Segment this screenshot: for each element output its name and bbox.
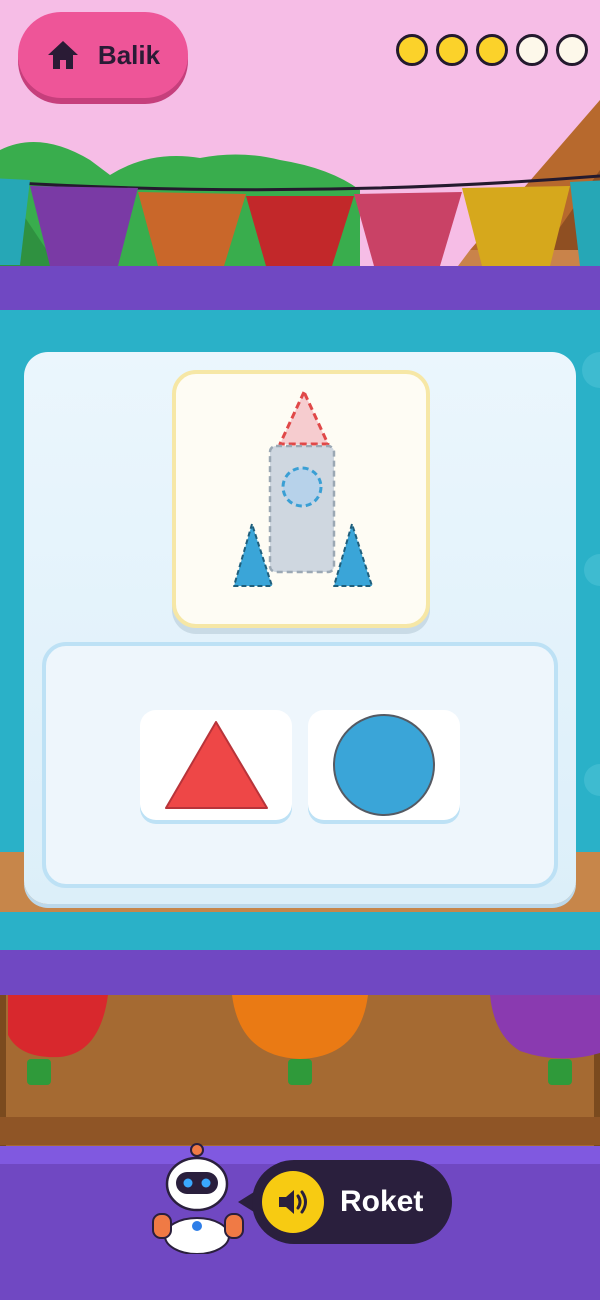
speaker-icon [279, 1190, 307, 1214]
teal-strip [0, 912, 600, 952]
triangle-shape [165, 721, 268, 809]
rocket-window-slot [281, 466, 323, 508]
shape-choices-tray [42, 642, 558, 888]
robot-mascot [152, 1143, 244, 1254]
progress-dot-empty [516, 34, 548, 66]
rocket-body-slot [268, 444, 336, 574]
circle-shape [333, 714, 435, 816]
triangle-shape-option[interactable] [140, 710, 292, 820]
progress-dot-filled [476, 34, 508, 66]
purple-band-middle [0, 950, 600, 996]
progress-indicator [396, 34, 588, 66]
rocket-fin-left-slot [233, 523, 273, 587]
home-button[interactable]: Balik [18, 12, 188, 98]
progress-dot-empty [556, 34, 588, 66]
progress-dot-filled [436, 34, 468, 66]
rocket-fin-right-slot [333, 523, 373, 587]
word-prompt-bubble[interactable]: Roket [252, 1160, 452, 1244]
fruit-decorations [0, 995, 600, 1150]
progress-dot-filled [396, 34, 428, 66]
prompt-word: Roket [340, 1185, 424, 1218]
circle-shape-option[interactable] [308, 710, 460, 820]
home-icon [47, 41, 78, 69]
speaker-button[interactable] [262, 1171, 324, 1233]
home-button-label: Balik [97, 39, 161, 70]
rocket-outline [233, 390, 373, 587]
purple-band-top [0, 266, 600, 310]
rocket-nose-slot [278, 390, 330, 446]
target-shape-card [172, 370, 430, 628]
